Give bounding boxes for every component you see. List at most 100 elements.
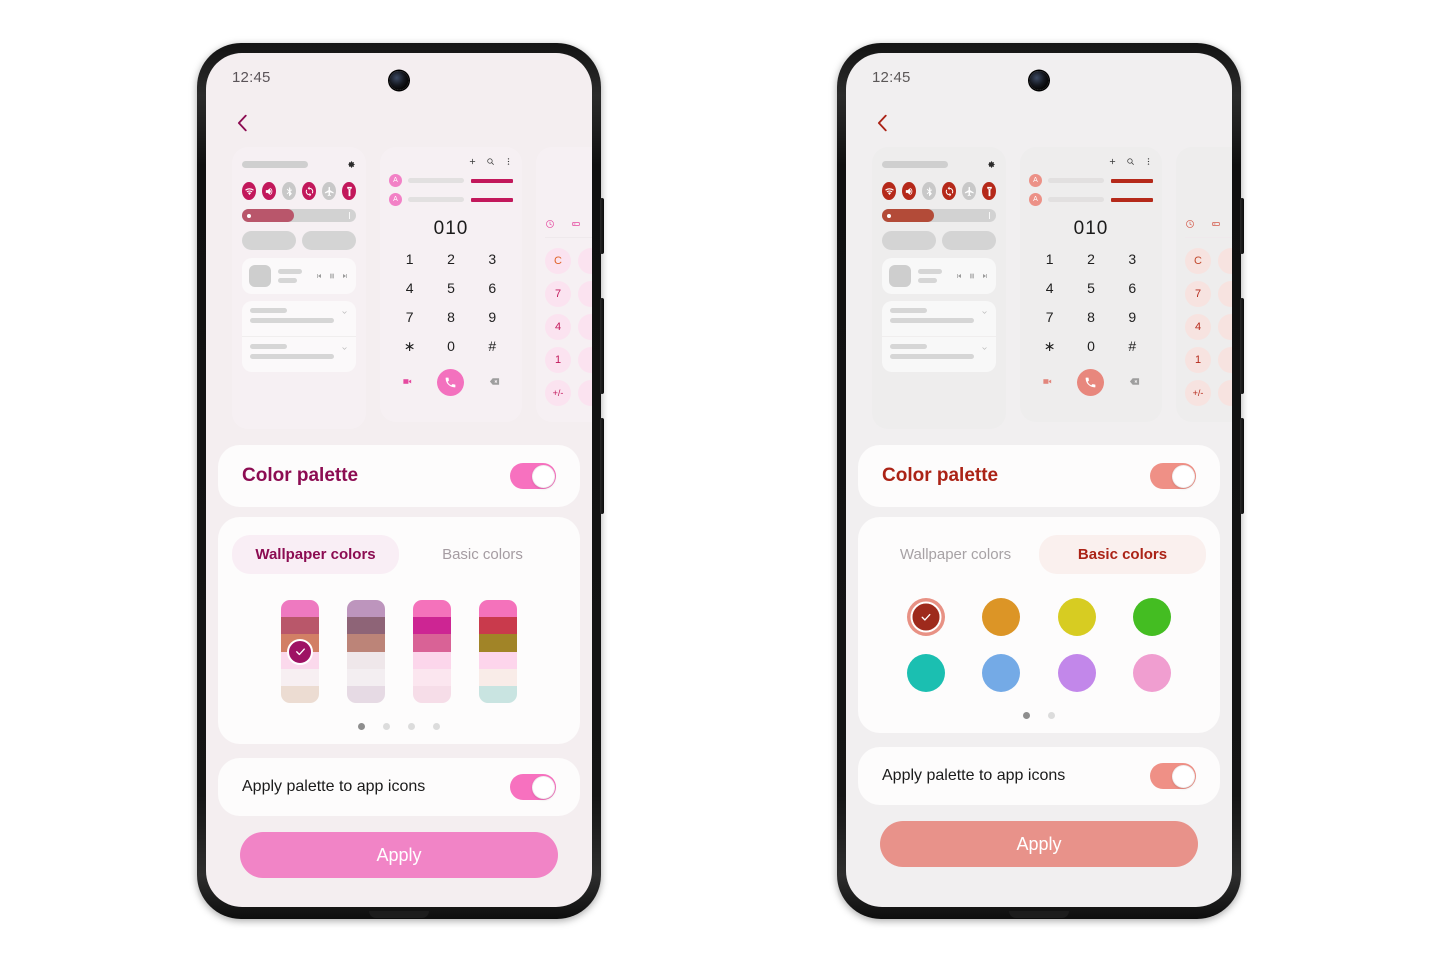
calculator-key[interactable]: +/- [1185, 380, 1211, 406]
wallpaper-swatch[interactable] [413, 600, 451, 703]
pagination-dot[interactable] [358, 723, 365, 730]
brightness-slider[interactable] [882, 209, 996, 222]
volume-up-button-right[interactable] [1240, 298, 1244, 394]
calculator-icon[interactable] [1211, 219, 1221, 229]
contact-row[interactable]: A [389, 193, 513, 206]
contact-row[interactable]: A [1029, 174, 1153, 187]
notification-item[interactable] [882, 301, 996, 336]
next-icon[interactable] [981, 272, 989, 280]
apply-button[interactable]: Apply [880, 821, 1198, 867]
volume-icon[interactable] [262, 182, 276, 200]
keypad-key[interactable]: 4 [389, 278, 430, 299]
theme-preview-strip-right[interactable]: A A 010 1 2 3 4 5 6 7 8 9 ∗ 0 # C 7 4 1 … [846, 147, 1232, 429]
qs-pill[interactable] [302, 231, 356, 250]
dialer-keypad[interactable]: 1 2 3 4 5 6 7 8 9 ∗ 0 # [389, 249, 513, 357]
sync-icon[interactable] [302, 182, 316, 200]
keypad-key[interactable]: 5 [430, 278, 471, 299]
search-icon[interactable] [1126, 157, 1135, 166]
color-palette-row[interactable]: Color palette [858, 445, 1220, 507]
keypad-key[interactable]: 6 [1112, 278, 1153, 299]
calculator-key[interactable]: 1 [545, 347, 571, 373]
volume-up-button-left[interactable] [600, 298, 604, 394]
qs-pill[interactable] [242, 231, 296, 250]
keypad-key[interactable]: 2 [430, 249, 471, 270]
basic-color-circle[interactable] [1057, 654, 1096, 692]
call-button[interactable] [437, 369, 465, 396]
pagination-dot[interactable] [408, 723, 415, 730]
keypad-key[interactable]: 3 [1112, 249, 1153, 270]
video-call-icon[interactable] [401, 374, 414, 392]
power-button-left[interactable] [600, 198, 604, 254]
tab-basic-colors[interactable]: Basic colors [1039, 535, 1206, 574]
add-icon[interactable] [1108, 157, 1117, 166]
keypad-key[interactable]: 0 [430, 336, 471, 357]
brightness-slider[interactable] [242, 209, 356, 222]
next-icon[interactable] [341, 272, 349, 280]
calculator-key[interactable]: 4 [1185, 314, 1211, 340]
bluetooth-icon[interactable] [922, 182, 936, 200]
color-palette-toggle[interactable] [510, 463, 556, 489]
basic-color-circle[interactable] [906, 654, 945, 692]
more-vertical-icon[interactable] [1144, 157, 1153, 166]
pagination-dot[interactable] [1048, 712, 1055, 719]
chevron-down-icon[interactable] [981, 309, 988, 316]
calculator-key[interactable]: C [545, 248, 571, 274]
palette-pagination-dots[interactable] [858, 712, 1220, 719]
volume-down-button-left[interactable] [600, 418, 604, 514]
backspace-icon[interactable] [1128, 374, 1141, 392]
keypad-key[interactable]: 8 [1070, 307, 1111, 328]
bluetooth-icon[interactable] [282, 182, 296, 200]
keypad-key[interactable]: # [1112, 336, 1153, 357]
keypad-key[interactable]: # [472, 336, 513, 357]
notification-item[interactable] [242, 301, 356, 336]
contact-row[interactable]: A [389, 174, 513, 187]
chevron-down-icon[interactable] [341, 345, 348, 352]
chevron-down-icon[interactable] [981, 345, 988, 352]
backspace-icon[interactable] [488, 374, 501, 392]
previous-icon[interactable] [955, 272, 963, 280]
wifi-icon[interactable] [882, 182, 896, 200]
calculator-key[interactable]: 7 [1185, 281, 1211, 307]
qs-pill[interactable] [942, 231, 996, 250]
basic-color-circle[interactable] [1133, 598, 1172, 636]
apply-icons-toggle[interactable] [510, 774, 556, 800]
theme-preview-strip-left[interactable]: A A 010 1 2 3 4 5 6 7 8 9 ∗ 0 # C 7 4 1 … [206, 147, 592, 429]
wifi-icon[interactable] [242, 182, 256, 200]
calculator-key[interactable]: 4 [545, 314, 571, 340]
keypad-key[interactable]: 7 [389, 307, 430, 328]
tab-basic-colors[interactable]: Basic colors [399, 535, 566, 574]
back-button[interactable] [232, 112, 254, 134]
wallpaper-swatch[interactable] [347, 600, 385, 703]
keypad-key[interactable]: 1 [389, 249, 430, 270]
keypad-key[interactable]: 6 [472, 278, 513, 299]
media-controls[interactable] [955, 272, 989, 280]
tab-wallpaper-colors[interactable]: Wallpaper colors [232, 535, 399, 574]
keypad-key[interactable]: ∗ [1029, 336, 1070, 357]
apply-palette-to-app-icons-row[interactable]: Apply palette to app icons [218, 758, 580, 816]
dialer-keypad[interactable]: 1 2 3 4 5 6 7 8 9 ∗ 0 # [1029, 249, 1153, 357]
basic-color-circle[interactable] [982, 598, 1021, 636]
pause-icon[interactable] [328, 272, 336, 280]
pagination-dot[interactable] [1023, 712, 1030, 719]
color-palette-toggle[interactable] [1150, 463, 1196, 489]
basic-color-circle-list[interactable] [888, 598, 1190, 692]
calculator-keypad[interactable]: C 7 4 1 +/- [545, 238, 592, 406]
keypad-key[interactable]: 0 [1070, 336, 1111, 357]
calculator-key[interactable]: 1 [1185, 347, 1211, 373]
basic-color-circle[interactable] [906, 598, 945, 636]
wallpaper-swatch[interactable] [281, 600, 319, 703]
keypad-key[interactable]: 9 [1112, 307, 1153, 328]
wallpaper-swatch[interactable] [479, 600, 517, 703]
more-vertical-icon[interactable] [504, 157, 513, 166]
calculator-keypad[interactable]: C 7 4 1 +/- [1185, 238, 1232, 406]
media-player-card[interactable] [242, 258, 356, 294]
keypad-key[interactable]: 2 [1070, 249, 1111, 270]
chevron-down-icon[interactable] [341, 309, 348, 316]
calculator-key[interactable]: +/- [545, 380, 571, 406]
tab-wallpaper-colors[interactable]: Wallpaper colors [872, 535, 1039, 574]
keypad-key[interactable]: ∗ [389, 336, 430, 357]
apply-button[interactable]: Apply [240, 832, 558, 878]
keypad-key[interactable]: 8 [430, 307, 471, 328]
palette-tabs[interactable]: Wallpaper colors Basic colors [872, 535, 1206, 574]
palette-pagination-dots[interactable] [218, 723, 580, 730]
